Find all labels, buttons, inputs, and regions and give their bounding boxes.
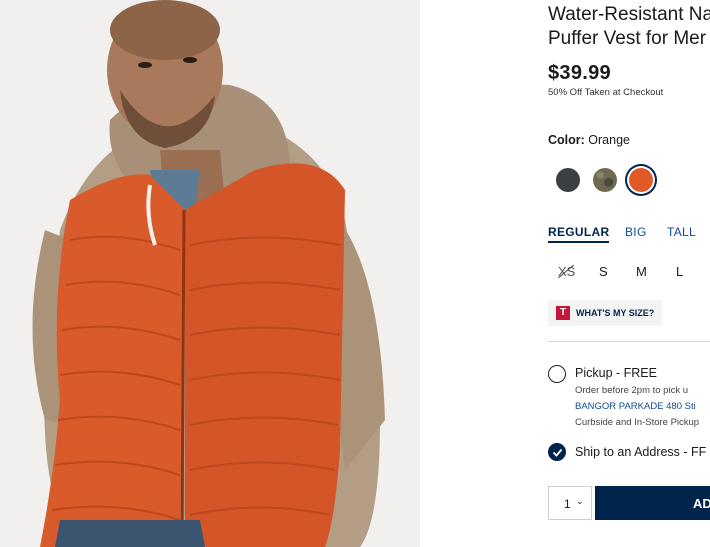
color-label: Color: <box>548 133 585 147</box>
product-info-panel: Water-Resistant Na Puffer Vest for Mer $… <box>548 0 710 547</box>
ship-radio[interactable] <box>548 443 566 461</box>
chevron-down-icon: ⌄ <box>576 496 584 506</box>
product-title-line-2: Puffer Vest for Mer <box>548 28 707 49</box>
pickup-radio[interactable] <box>548 365 566 383</box>
product-image[interactable] <box>0 0 420 547</box>
size-s[interactable]: S <box>599 264 608 279</box>
promo-text: 50% Off Taken at Checkout <box>548 87 664 98</box>
quantity-value: 1 <box>564 497 571 511</box>
whats-my-size-button[interactable]: T WHAT'S MY SIZE? <box>548 300 662 326</box>
checkmark-icon <box>552 448 563 457</box>
product-price: $39.99 <box>548 62 611 84</box>
pickup-order-note: Order before 2pm to pick u <box>575 385 688 396</box>
size-l[interactable]: L <box>676 264 683 279</box>
tab-tall[interactable]: TALL <box>667 225 696 239</box>
tab-big[interactable]: BIG <box>625 225 647 239</box>
true-fit-logo: T <box>556 306 570 320</box>
selected-color-name: Orange <box>588 133 630 147</box>
swatch-orange[interactable] <box>629 168 653 192</box>
product-title: Water-Resistant Na Puffer Vest for Mer <box>548 3 710 51</box>
product-title-line-1: Water-Resistant Na <box>548 4 710 25</box>
pickup-title: Pickup - FREE <box>575 366 657 380</box>
pickup-options-note: Curbside and In-Store Pickup <box>575 417 700 428</box>
quantity-select[interactable]: 1 ⌄ <box>548 486 592 520</box>
size-xs[interactable]: XS <box>558 264 575 279</box>
add-to-bag-button[interactable]: AD <box>595 486 710 520</box>
product-photo-illustration <box>0 0 420 547</box>
swatch-charcoal[interactable] <box>556 168 580 192</box>
store-link[interactable]: BANGOR PARKADE 480 Sti <box>575 401 696 412</box>
whats-my-size-label: WHAT'S MY SIZE? <box>576 308 655 318</box>
swatch-camo[interactable] <box>593 168 617 192</box>
add-to-bag-label: AD <box>693 496 710 511</box>
tab-regular[interactable]: REGULAR <box>548 225 610 243</box>
ship-title: Ship to an Address - FF <box>575 445 707 459</box>
divider <box>548 341 710 342</box>
color-label-row: Color: Orange <box>548 133 630 147</box>
size-m[interactable]: M <box>636 264 647 279</box>
